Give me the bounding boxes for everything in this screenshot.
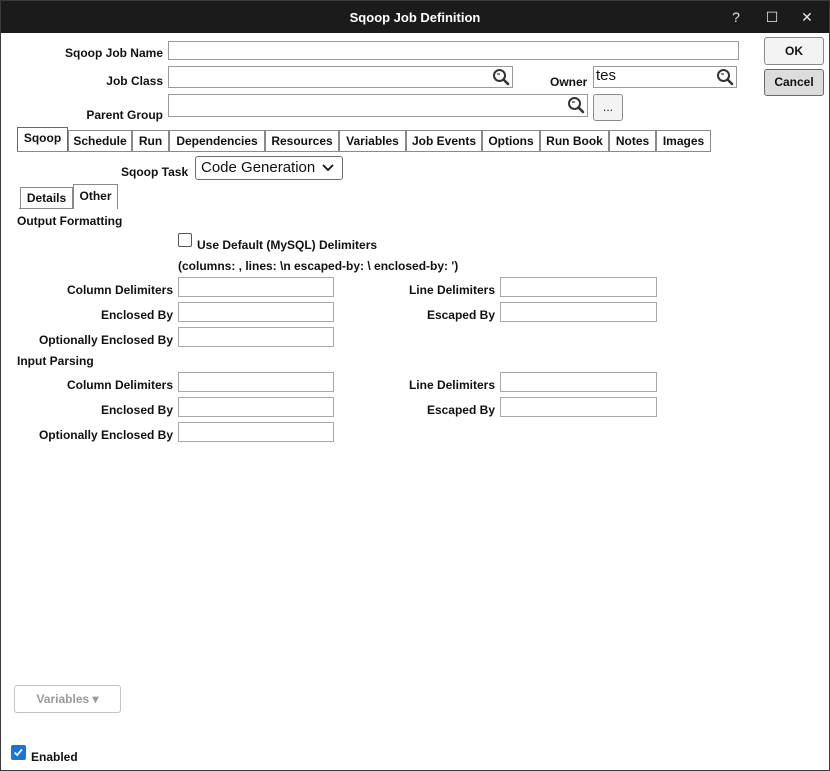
enabled-checkbox[interactable]: [11, 745, 26, 760]
tab-job-events[interactable]: Job Events: [406, 130, 482, 151]
check-icon: [13, 748, 23, 757]
in-enclosed-by-input[interactable]: [178, 397, 334, 417]
out-enclosed-by-label: Enclosed By: [100, 308, 173, 322]
out-column-delimiters-label: Column Delimiters: [66, 283, 173, 297]
output-formatting-heading: Output Formatting: [17, 214, 123, 228]
tab-notes[interactable]: Notes: [609, 130, 656, 151]
out-escaped-by-input[interactable]: [500, 302, 657, 322]
tab-dependencies[interactable]: Dependencies: [169, 130, 265, 151]
out-optionally-enclosed-by-input[interactable]: [178, 327, 334, 347]
tab-variables[interactable]: Variables: [339, 130, 406, 151]
tab-images[interactable]: Images: [656, 130, 711, 151]
parent-group-input[interactable]: [168, 94, 588, 117]
enabled-label: Enabled: [31, 750, 78, 764]
job-name-input[interactable]: [168, 41, 739, 60]
in-escaped-by-input[interactable]: [500, 397, 657, 417]
chevron-down-icon: [322, 164, 334, 172]
tab-run-book[interactable]: Run Book: [540, 130, 609, 151]
in-column-delimiters-label: Column Delimiters: [66, 378, 173, 392]
sqoop-task-label: Sqoop Task: [121, 165, 189, 179]
cancel-button[interactable]: Cancel: [764, 69, 824, 96]
owner-value: tes: [596, 67, 617, 84]
title-bar[interactable]: Sqoop Job Definition ? ☐ ✕: [1, 1, 829, 33]
default-delimiters-note: (columns: , lines: \n escaped-by: \ encl…: [178, 259, 459, 273]
in-escaped-by-label: Escaped By: [426, 403, 495, 417]
in-optionally-enclosed-by-input[interactable]: [178, 422, 334, 442]
close-button[interactable]: ✕: [795, 5, 819, 29]
maximize-button[interactable]: ☐: [760, 5, 784, 29]
magnifier-icon[interactable]: [716, 68, 734, 86]
tab-schedule[interactable]: Schedule: [68, 130, 132, 151]
input-parsing-heading: Input Parsing: [17, 354, 94, 368]
magnifier-icon[interactable]: [492, 68, 510, 86]
magnifier-icon[interactable]: [567, 96, 585, 114]
parent-group-label: Parent Group: [86, 108, 163, 122]
in-enclosed-by-label: Enclosed By: [100, 403, 173, 417]
ok-button[interactable]: OK: [764, 37, 824, 65]
job-class-label: Job Class: [106, 74, 163, 88]
sqoop-job-definition-dialog: Sqoop Job Definition ? ☐ ✕ Sqoop Job Nam…: [0, 0, 830, 771]
job-name-label: Sqoop Job Name: [64, 46, 163, 60]
job-class-input[interactable]: [168, 66, 513, 88]
tab-sqoop[interactable]: Sqoop: [17, 127, 68, 151]
sqoop-task-value: Code Generation: [201, 159, 316, 176]
owner-label: Owner: [550, 75, 588, 89]
window-title: Sqoop Job Definition: [349, 10, 481, 25]
subtab-details[interactable]: Details: [20, 187, 73, 208]
in-line-delimiters-label: Line Delimiters: [408, 378, 495, 392]
owner-input[interactable]: tes: [593, 66, 737, 88]
parent-group-browse-button[interactable]: ...: [593, 94, 623, 121]
sqoop-task-select[interactable]: Code Generation: [195, 156, 343, 180]
out-line-delimiters-input[interactable]: [500, 277, 657, 297]
in-line-delimiters-input[interactable]: [500, 372, 657, 392]
tab-options[interactable]: Options: [482, 130, 540, 151]
out-enclosed-by-input[interactable]: [178, 302, 334, 322]
out-optionally-enclosed-by-label: Optionally Enclosed By: [38, 333, 173, 347]
help-button[interactable]: ?: [724, 5, 748, 29]
tab-run[interactable]: Run: [132, 130, 169, 151]
tab-resources[interactable]: Resources: [265, 130, 339, 151]
use-default-delimiters-label: Use Default (MySQL) Delimiters: [197, 238, 378, 252]
out-escaped-by-label: Escaped By: [426, 308, 495, 322]
in-column-delimiters-input[interactable]: [178, 372, 334, 392]
use-default-delimiters-checkbox[interactable]: [178, 233, 192, 247]
variables-dropdown-button[interactable]: Variables ▾: [14, 685, 121, 713]
in-optionally-enclosed-by-label: Optionally Enclosed By: [38, 428, 173, 442]
out-column-delimiters-input[interactable]: [178, 277, 334, 297]
subtab-other[interactable]: Other: [73, 184, 118, 209]
out-line-delimiters-label: Line Delimiters: [408, 283, 495, 297]
